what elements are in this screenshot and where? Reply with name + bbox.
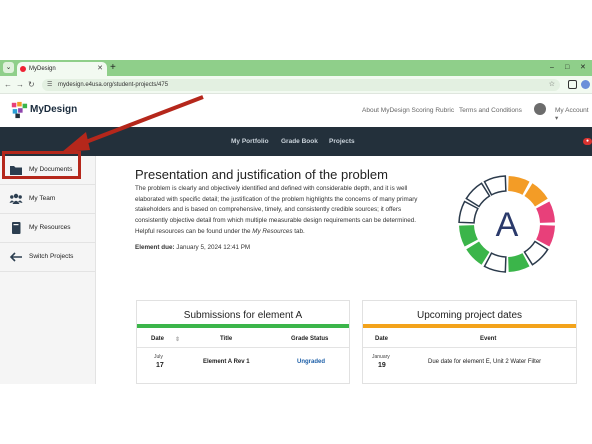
back-icon[interactable]: ← (4, 79, 12, 91)
sidebar-item-switch-projects[interactable]: Switch Projects (0, 243, 96, 272)
sidebar-item-my-team[interactable]: My Team (0, 185, 96, 214)
grade-status-link[interactable]: Ungraded (297, 359, 325, 365)
page-title: Presentation and justification of the pr… (135, 167, 388, 182)
wheel-segment (524, 183, 548, 207)
row-day: 17 (156, 362, 164, 369)
row-divider (363, 347, 576, 348)
row-month: July (154, 354, 163, 360)
sidebar-item-label: My Team (29, 195, 56, 202)
wheel-segment (508, 176, 530, 195)
bookmark-star-icon[interactable]: ☆ (549, 79, 555, 91)
nav-projects[interactable]: Projects (329, 138, 355, 145)
terms-link[interactable]: Terms and Conditions (459, 107, 522, 114)
submission-title-link[interactable]: Element A Rev 1 (203, 359, 250, 365)
browser-tab[interactable]: MyDesign ✕ (17, 62, 107, 76)
close-tab-icon[interactable]: ✕ (97, 62, 103, 76)
team-icon (9, 193, 23, 204)
wheel-segment (483, 252, 507, 273)
highlight-box (2, 151, 81, 179)
card-accent-bar (137, 324, 349, 328)
browser-tab-bar: ⌄ MyDesign ✕ + – □ ✕ (0, 60, 592, 76)
forward-icon[interactable]: → (16, 79, 24, 91)
wheel-segment (465, 182, 491, 208)
close-window-icon[interactable]: ✕ (580, 62, 586, 74)
wheel-segment (523, 240, 549, 266)
helpful-suffix: tab. (292, 228, 305, 235)
upcoming-title: Upcoming project dates (416, 310, 523, 321)
column-header-grade-status[interactable]: Grade Status (291, 336, 328, 342)
sidebar-panel-icon[interactable] (568, 80, 577, 89)
sidebar-item-label: Switch Projects (29, 253, 74, 260)
nav-grade-book[interactable]: Grade Book (281, 138, 318, 145)
new-tab-icon[interactable]: + (110, 61, 116, 75)
submissions-title: Submissions for element A (183, 310, 303, 321)
column-header-event: Event (480, 336, 497, 342)
my-resources-link[interactable]: My Resources (252, 228, 292, 235)
event-text: Due date for element E, Unit 2 Water Fil… (428, 359, 542, 365)
profile-icon[interactable] (581, 80, 590, 89)
element-due: Element due: January 5, 2024 12:41 PM (135, 244, 250, 251)
submissions-card: Submissions for element A Date ⇕ Title G… (136, 300, 350, 384)
minimize-icon[interactable]: – (550, 62, 554, 74)
sidebar-item-my-resources[interactable]: My Resources (0, 214, 96, 243)
tab-title: MyDesign (29, 66, 56, 72)
row-divider (137, 347, 349, 348)
sidebar-item-label: My Resources (29, 224, 71, 231)
due-label: Element due: (135, 244, 175, 251)
sort-icon[interactable]: ⇕ (175, 336, 180, 343)
column-header-date: Date (375, 336, 389, 342)
favicon-icon (20, 66, 26, 72)
wheel-segment (536, 201, 555, 223)
maximize-icon[interactable]: □ (565, 62, 569, 74)
element-progress-wheel: A (458, 175, 555, 273)
url-text: mydesign.e4usa.org/student-projects/475 (58, 82, 169, 88)
column-header-date[interactable]: Date (151, 336, 164, 342)
due-value: January 5, 2024 12:41 PM (174, 244, 251, 251)
app-header: MyDesign About MyDesign Scoring Rubric T… (0, 95, 592, 127)
nav-my-portfolio[interactable]: My Portfolio (231, 138, 269, 145)
wheel-segment (459, 225, 478, 247)
element-description: The problem is clearly and objectively i… (135, 185, 418, 224)
wheel-segment (466, 241, 490, 265)
upcoming-dates-card: Upcoming project dates Date Event Januar… (362, 300, 577, 384)
book-icon (12, 222, 21, 234)
arrow-left-icon (9, 252, 22, 262)
sidebar: My Documents My Team My Resources Switch… (0, 156, 96, 384)
reload-icon[interactable]: ↻ (28, 79, 35, 91)
logo-text[interactable]: MyDesign (30, 104, 77, 115)
notification-badge[interactable]: ● (583, 138, 592, 145)
card-accent-bar (363, 324, 576, 328)
mydesign-logo-icon[interactable] (10, 101, 28, 119)
tab-search-icon[interactable]: ⌄ (3, 62, 14, 73)
my-account-menu[interactable]: My Account ▾ (555, 107, 592, 122)
rubric-link[interactable]: About MyDesign Scoring Rubric (362, 107, 454, 114)
helpful-prefix: Helpful resources can be found under the (135, 228, 253, 235)
top-navigation: My Portfolio Grade Book Projects ● (0, 127, 592, 156)
url-input[interactable]: ☰ mydesign.e4usa.org/student-projects/47… (42, 79, 560, 91)
row-month: January (372, 354, 390, 360)
avatar[interactable] (534, 103, 546, 115)
element-letter: A (496, 206, 519, 244)
page-bottom (0, 384, 592, 444)
column-header-title[interactable]: Title (220, 336, 232, 342)
site-info-icon[interactable]: ☰ (47, 79, 52, 91)
helpful-resources-text: Helpful resources can be found under the… (135, 228, 305, 235)
row-day: 19 (378, 362, 386, 369)
address-bar-row: ← → ↻ ☰ mydesign.e4usa.org/student-proje… (0, 76, 592, 94)
